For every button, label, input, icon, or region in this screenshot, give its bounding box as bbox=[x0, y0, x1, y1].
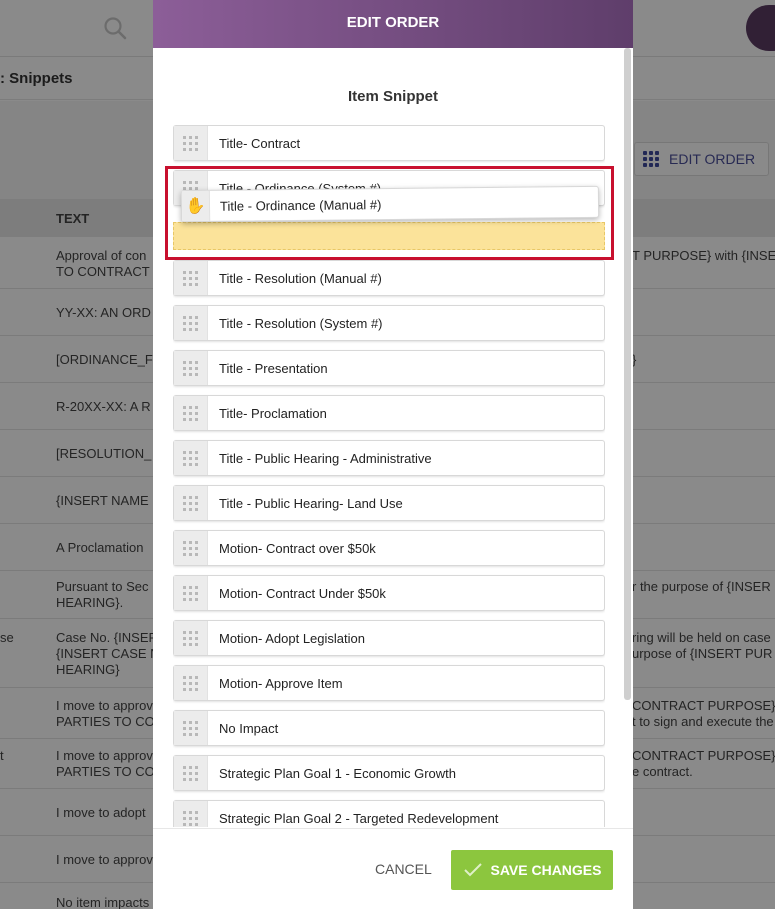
grip-dots bbox=[183, 810, 198, 826]
edit-order-modal: EDIT ORDER Item Snippet Strategic Plan G… bbox=[153, 0, 633, 909]
drag-handle-icon[interactable] bbox=[174, 801, 208, 827]
modal-footer: CANCEL SAVE CHANGES bbox=[153, 828, 633, 909]
snippet-item[interactable]: No Impact bbox=[173, 710, 605, 746]
grip-dots bbox=[183, 675, 198, 691]
drag-handle-icon[interactable] bbox=[174, 666, 208, 700]
grip-dots bbox=[183, 135, 198, 151]
save-changes-label: SAVE CHANGES bbox=[490, 862, 602, 878]
snippet-item-label: Title- Contract bbox=[219, 135, 301, 151]
grip-dots bbox=[183, 360, 198, 376]
drag-highlight-box bbox=[165, 166, 614, 260]
snippet-item-label: Motion- Contract over $50k bbox=[219, 540, 376, 556]
grip-dots bbox=[183, 270, 198, 286]
drag-handle-icon[interactable] bbox=[174, 531, 208, 565]
snippet-item-label: Title - Public Hearing - Administrative bbox=[219, 450, 432, 466]
drag-handle-icon[interactable] bbox=[174, 261, 208, 295]
grip-dots bbox=[183, 630, 198, 646]
drag-handle-icon[interactable] bbox=[174, 621, 208, 655]
grip-dots bbox=[183, 315, 198, 331]
snippet-item[interactable]: Strategic Plan Goal 1 - Economic Growth bbox=[173, 755, 605, 791]
cancel-button[interactable]: CANCEL bbox=[375, 861, 432, 877]
snippet-item[interactable]: Title - Resolution (System #) bbox=[173, 305, 605, 341]
snippet-item-label: Title - Resolution (System #) bbox=[219, 315, 383, 331]
grip-dots bbox=[183, 585, 198, 601]
drag-handle-icon[interactable] bbox=[174, 711, 208, 745]
drag-handle-icon[interactable] bbox=[174, 306, 208, 340]
snippet-item-label: Title - Public Hearing- Land Use bbox=[219, 495, 403, 511]
snippet-item[interactable]: Motion- Approve Item bbox=[173, 665, 605, 701]
snippet-item-label: Title- Proclamation bbox=[219, 405, 327, 421]
grip-dots bbox=[183, 450, 198, 466]
snippet-item-label: Title - Presentation bbox=[219, 360, 328, 376]
grip-dots bbox=[183, 495, 198, 511]
drag-handle-icon[interactable] bbox=[174, 576, 208, 610]
snippet-item-label: Motion- Contract Under $50k bbox=[219, 585, 386, 601]
drag-handle-icon[interactable] bbox=[174, 756, 208, 790]
grip-dots bbox=[183, 720, 198, 736]
grip-dots bbox=[183, 540, 198, 556]
snippet-item[interactable]: Motion- Contract over $50k bbox=[173, 530, 605, 566]
snippet-item[interactable]: Title - Resolution (Manual #) bbox=[173, 260, 605, 296]
snippet-item[interactable]: Title - Public Hearing - Administrative bbox=[173, 440, 605, 476]
snippet-item[interactable]: Motion- Adopt Legislation bbox=[173, 620, 605, 656]
snippet-item[interactable]: Strategic Plan Goal 2 - Targeted Redevel… bbox=[173, 800, 605, 827]
snippet-item-label: Strategic Plan Goal 1 - Economic Growth bbox=[219, 765, 456, 781]
grip-dots bbox=[183, 405, 198, 421]
modal-subtitle: Item Snippet bbox=[347, 88, 438, 105]
drag-handle-icon[interactable] bbox=[174, 126, 208, 160]
modal-scrollbar[interactable] bbox=[624, 48, 631, 700]
snippet-item-label: Motion- Adopt Legislation bbox=[219, 630, 365, 646]
snippet-item-label: Motion- Approve Item bbox=[219, 675, 343, 691]
snippet-item[interactable]: Title - Presentation bbox=[173, 350, 605, 386]
drag-handle-icon[interactable] bbox=[174, 351, 208, 385]
snippet-item[interactable]: Motion- Contract Under $50k bbox=[173, 575, 605, 611]
drag-handle-icon[interactable] bbox=[174, 396, 208, 430]
check-icon bbox=[463, 863, 482, 877]
drag-handle-icon[interactable] bbox=[174, 441, 208, 475]
save-changes-button[interactable]: SAVE CHANGES bbox=[451, 850, 613, 890]
snippet-item[interactable]: Title- Proclamation bbox=[173, 395, 605, 431]
drag-handle-icon[interactable] bbox=[174, 486, 208, 520]
snippet-item-label: Strategic Plan Goal 2 - Targeted Redevel… bbox=[219, 810, 499, 826]
grip-dots bbox=[183, 765, 198, 781]
snippet-item[interactable]: Title- Contract bbox=[173, 125, 605, 161]
modal-title: EDIT ORDER bbox=[153, 0, 633, 48]
snippet-item-label: Title - Resolution (Manual #) bbox=[219, 270, 382, 286]
snippet-item-label: No Impact bbox=[219, 720, 279, 736]
snippet-item[interactable]: Title - Public Hearing- Land Use bbox=[173, 485, 605, 521]
